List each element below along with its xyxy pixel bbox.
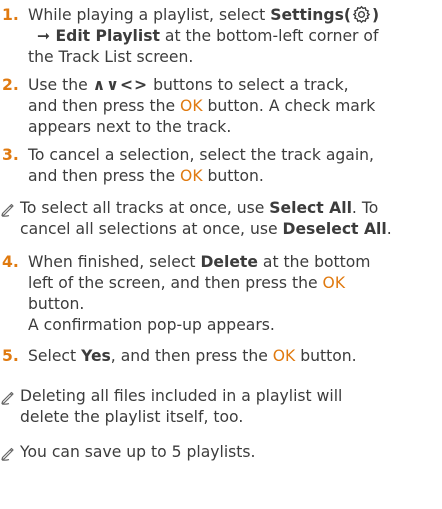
deselect-all-label: Deselect All	[282, 220, 387, 238]
note-line: You can save up to 5 playlists.	[20, 443, 256, 461]
step-line: button.	[28, 295, 85, 313]
ok-label: OK	[322, 274, 346, 292]
delete-label: Delete	[200, 253, 258, 271]
gear-icon	[352, 5, 371, 24]
step-line: Use the ∧∨<> buttons to select a track,	[28, 76, 349, 94]
step-number: 5.	[2, 347, 19, 365]
pencil-note-icon	[0, 445, 16, 461]
step-line: Select Yes, and then press the OK button…	[28, 347, 357, 365]
step-text: Select Yes, and then press the OK button…	[28, 346, 442, 367]
note-text: Deleting all files included in a playlis…	[20, 386, 440, 428]
step-line: the Track List screen.	[28, 48, 194, 66]
step-line: While playing a playlist, select Setting…	[28, 5, 380, 24]
yes-label: Yes	[81, 347, 111, 365]
step-number: 4.	[2, 253, 19, 271]
step-number: 3.	[2, 146, 19, 164]
note-text: To select all tracks at once, use Select…	[20, 198, 440, 240]
step-text: When finished, select Delete at the bott…	[28, 252, 442, 336]
pencil-note-icon	[0, 389, 16, 405]
select-all-label: Select All	[269, 199, 352, 217]
step-line: When finished, select Delete at the bott…	[28, 253, 371, 271]
settings-label: Settings()	[270, 5, 380, 24]
ok-label: OK	[180, 167, 203, 185]
step-line: and then press the OK button.	[28, 167, 264, 185]
edit-playlist-label: Edit Playlist	[55, 27, 160, 45]
step-line: ➞ Edit Playlist at the bottom-left corne…	[37, 27, 379, 45]
step-number: 2.	[2, 76, 19, 94]
note-line: cancel all selections at once, use Desel…	[20, 220, 392, 238]
ok-label: OK	[272, 347, 296, 365]
note-line: Deleting all files included in a playlis…	[20, 387, 343, 405]
pencil-note-icon	[0, 201, 16, 217]
step-text: Use the ∧∨<> buttons to select a track, …	[28, 75, 442, 138]
ok-label: OK	[180, 97, 203, 115]
note-text: You can save up to 5 playlists.	[20, 442, 440, 463]
step-text: While playing a playlist, select Setting…	[28, 5, 442, 68]
step-line: left of the screen, and then press the O…	[28, 274, 346, 292]
step-line: To cancel a selection, select the track …	[28, 146, 375, 164]
note-line: To select all tracks at once, use Select…	[20, 199, 379, 217]
step-line: A confirmation pop-up appears.	[28, 316, 275, 334]
step-line: and then press the OK button. A check ma…	[28, 97, 376, 115]
step-number: 1.	[2, 6, 19, 24]
note-line: delete the playlist itself, too.	[20, 408, 244, 426]
direction-arrows-icon: ∧∨<>	[92, 76, 149, 94]
step-text: To cancel a selection, select the track …	[28, 145, 442, 187]
step-line: appears next to the track.	[28, 118, 232, 136]
